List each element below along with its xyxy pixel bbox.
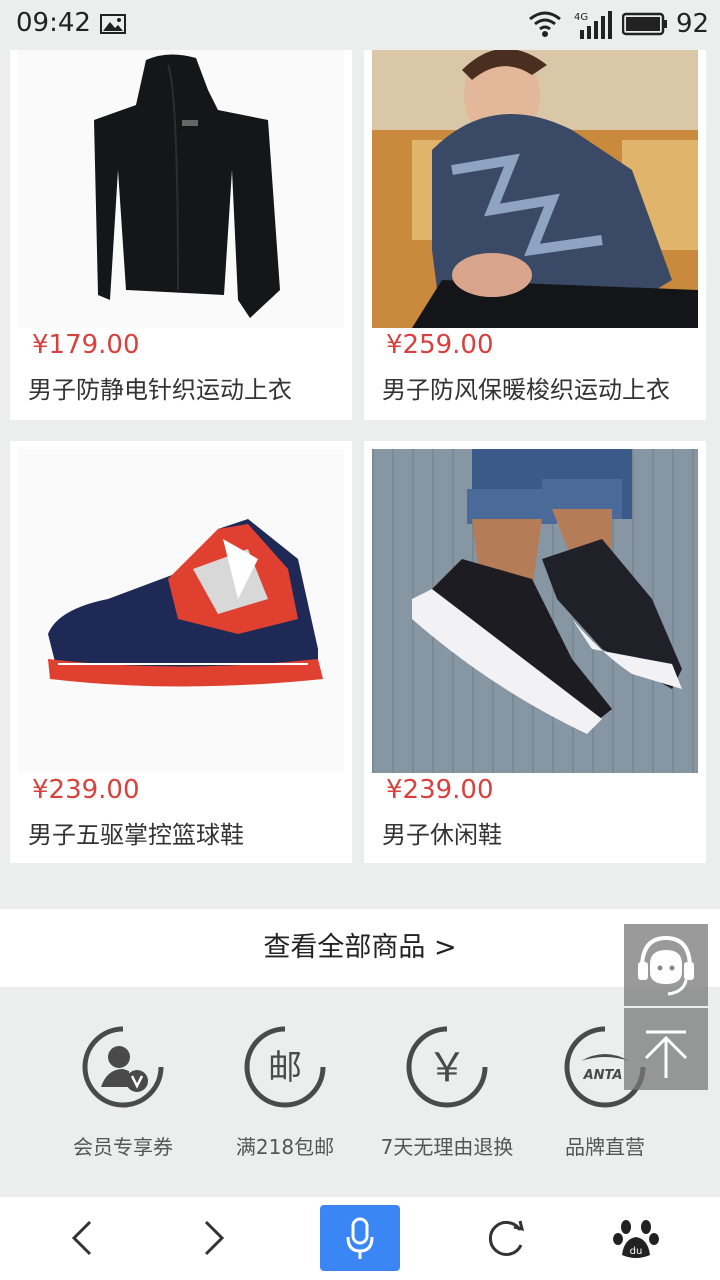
product-name[interactable]: 男子防静电针织运动上衣 <box>28 370 292 405</box>
back-to-top-button[interactable] <box>624 1008 708 1090</box>
product-name[interactable]: 男子防风保暖梭织运动上衣 <box>382 370 670 405</box>
customer-service-button[interactable] <box>624 924 708 1006</box>
yen-icon: ￥ <box>406 1026 488 1108</box>
product-image[interactable] <box>372 50 698 328</box>
back-icon[interactable] <box>42 1197 122 1280</box>
product-card[interactable]: ¥239.00 男子五驱掌控篮球鞋 <box>10 441 352 863</box>
mail-icon: 邮 <box>244 1026 326 1108</box>
wifi-icon <box>529 11 561 37</box>
benefit-label: 7天无理由退换 <box>380 1135 514 1159</box>
product-price: ¥239.00 <box>32 775 140 805</box>
browser-toolbar: du <box>0 1197 720 1280</box>
microphone-icon <box>346 1217 374 1259</box>
baidu-paw-icon[interactable]: du <box>596 1197 676 1280</box>
svg-text:4G: 4G <box>574 12 588 23</box>
battery-icon <box>622 12 667 36</box>
product-image[interactable] <box>18 50 344 328</box>
voice-search-button[interactable] <box>320 1205 400 1271</box>
product-image[interactable] <box>372 449 698 773</box>
view-all-products-link[interactable]: 查看全部商品 > <box>0 909 720 987</box>
gallery-icon <box>100 14 126 34</box>
product-price: ¥179.00 <box>32 330 140 360</box>
refresh-icon[interactable] <box>466 1197 546 1280</box>
customer-service-icon <box>638 935 694 996</box>
signal-icon: 4G <box>574 11 612 39</box>
product-image[interactable] <box>18 449 344 773</box>
benefit-label: 会员专享券 <box>73 1135 173 1159</box>
svg-text:￥: ￥ <box>427 1045 467 1091</box>
benefit-member[interactable]: 会员专享券 <box>48 1025 198 1160</box>
product-name[interactable]: 男子五驱掌控篮球鞋 <box>28 815 244 850</box>
benefits-row: 会员专享券 邮 满218包邮 ￥ 7天无理由退换 ANTA 品牌直营 <box>0 987 720 1197</box>
product-price: ¥239.00 <box>386 775 494 805</box>
benefit-label: 品牌直营 <box>565 1135 645 1159</box>
svg-text:du: du <box>630 1246 643 1257</box>
back-to-top-icon <box>644 1030 688 1078</box>
product-name[interactable]: 男子休闲鞋 <box>382 815 502 850</box>
svg-text:ANTA: ANTA <box>583 1068 623 1083</box>
benefit-label: 满218包邮 <box>235 1135 335 1159</box>
svg-text:邮: 邮 <box>268 1048 302 1088</box>
forward-icon[interactable] <box>174 1197 254 1280</box>
status-time: 09:42 <box>16 8 91 38</box>
product-price: ¥259.00 <box>386 330 494 360</box>
benefit-returns[interactable]: ￥ 7天无理由退换 <box>372 1025 522 1160</box>
member-icon <box>82 1026 164 1108</box>
battery-percent: 92 <box>676 9 710 39</box>
status-bar: 09:42 4G 92 <box>0 0 720 50</box>
product-card[interactable]: ¥259.00 男子防风保暖梭织运动上衣 <box>364 50 706 420</box>
benefit-free-shipping[interactable]: 邮 满218包邮 <box>210 1025 360 1160</box>
product-card[interactable]: ¥239.00 男子休闲鞋 <box>364 441 706 863</box>
product-card[interactable]: ¥179.00 男子防静电针织运动上衣 <box>10 50 352 420</box>
